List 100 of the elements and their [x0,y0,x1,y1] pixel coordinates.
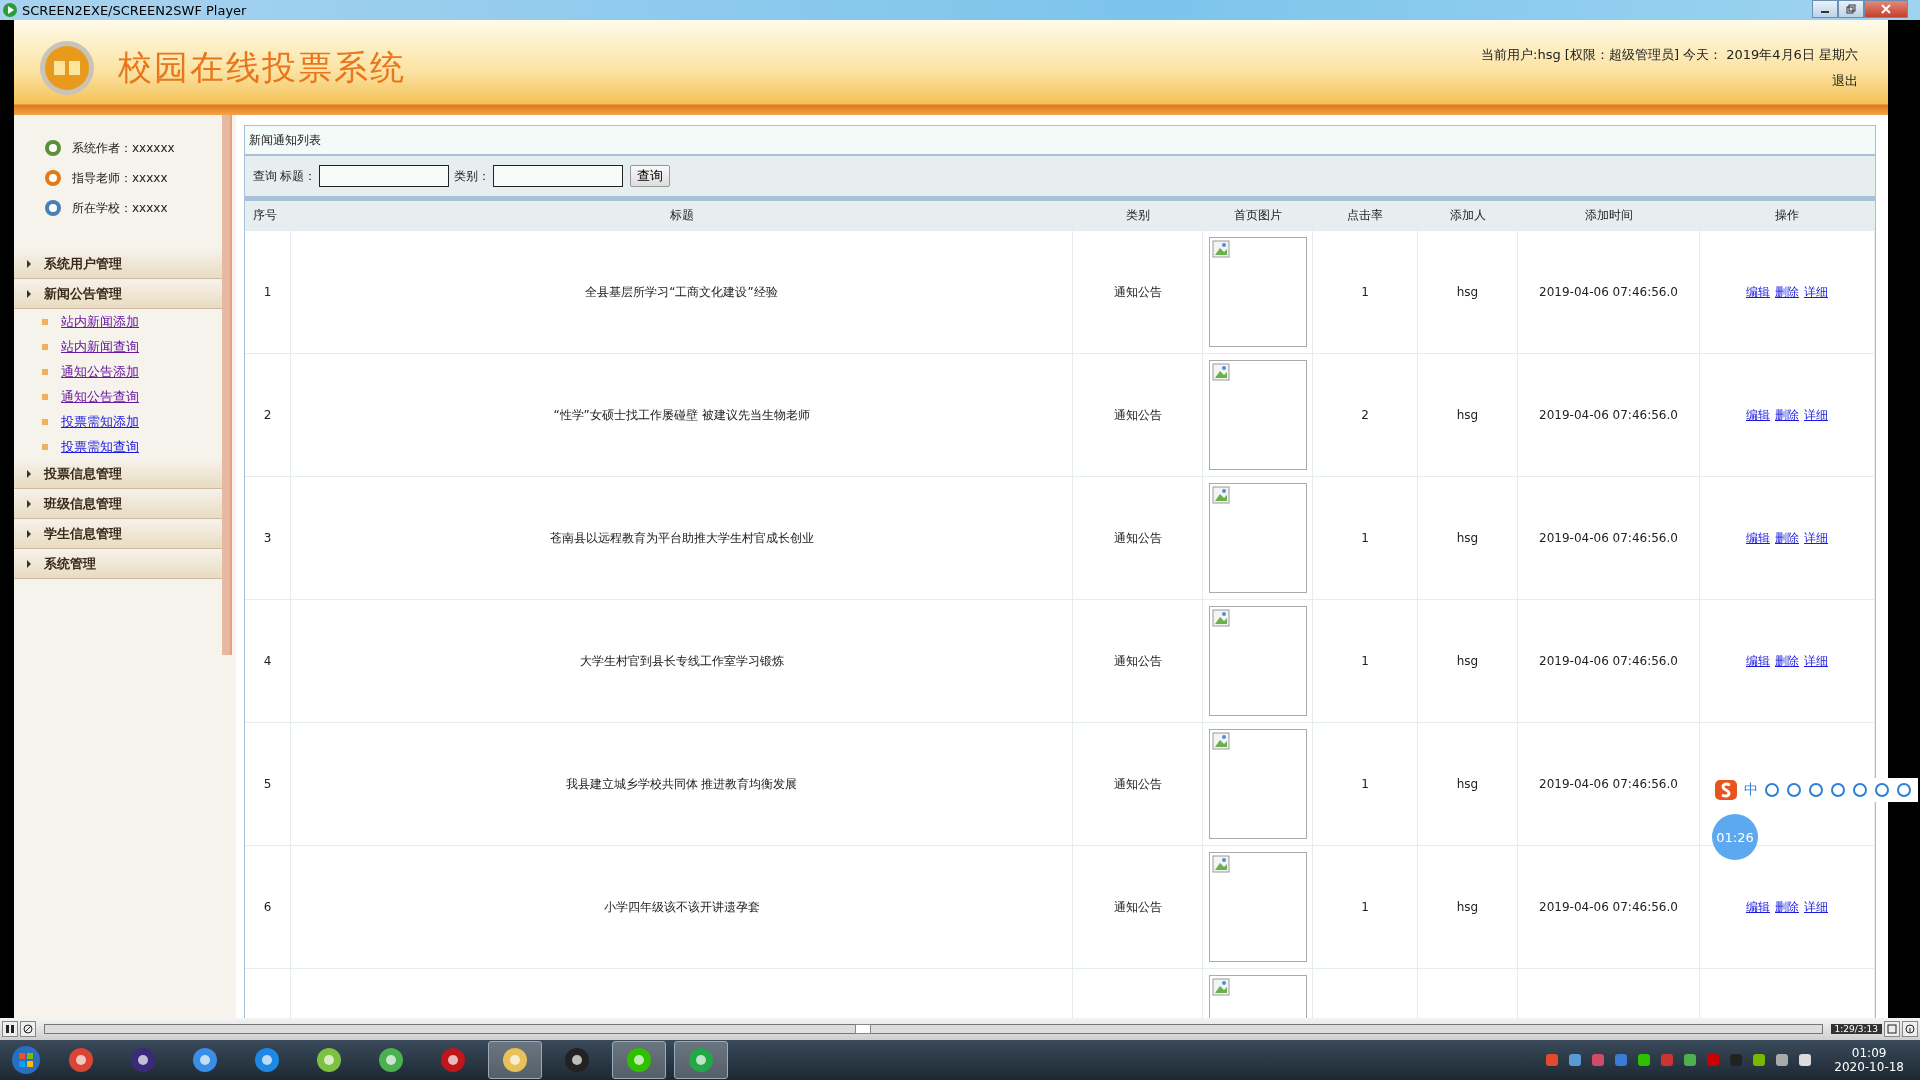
action-link[interactable]: 删除 [1775,406,1799,424]
stop-button[interactable] [20,1021,36,1037]
field-label: 标题： [280,167,316,185]
splitter-handle[interactable] [222,115,232,655]
column-header: 标题 [669,207,694,224]
ime-tool-icon[interactable] [1874,782,1890,798]
column-header: 点击率 [1347,207,1383,224]
action-link[interactable]: 详细 [1804,898,1828,916]
broken-image-icon [1211,855,1230,873]
table-cell: 1 [1361,900,1369,914]
action-link[interactable]: 删除 [1775,898,1799,916]
info-icon [1905,1024,1915,1034]
clock-date: 2020-10-18 [1834,1060,1904,1074]
input-field[interactable] [319,165,449,187]
app-icon [2,2,18,18]
action-link[interactable]: 编辑 [1746,529,1770,547]
table-cell: hsg [1456,408,1479,422]
caret-icon [26,529,32,538]
menu-header[interactable]: 系统用户管理 [14,249,222,279]
action-link[interactable]: 详细 [1804,652,1828,670]
action-link[interactable]: 详细 [1804,406,1828,424]
input-field[interactable] [493,165,623,187]
ime-mode[interactable]: 中 [1744,781,1758,799]
app-icon [252,1045,282,1075]
app-icon [190,1045,220,1075]
user-info: 当前用户:hsg [权限：超级管理员] 今天： 2019年4月6日 星期六 [1481,45,1858,64]
menu-header[interactable]: 新闻公告管理 [14,279,222,309]
tray-icon[interactable] [1798,1053,1813,1067]
site-title: 校园在线投票系统 [118,45,406,89]
action-link[interactable]: 删除 [1775,529,1799,547]
tray-icon[interactable] [1775,1053,1790,1067]
action-link[interactable]: 编辑 [1746,898,1770,916]
pause-icon [5,1024,15,1034]
table-cell: 我县建立城乡学校共同体 推进教育均衡发展 [565,775,798,793]
ime-tool-icon[interactable] [1830,782,1846,798]
action-link[interactable]: 删除 [1775,283,1799,301]
table-cell: “性学”女硕士找工作屡碰壁 被建议先当生物老师 [553,406,810,424]
action-link[interactable]: 详细 [1804,283,1828,301]
restore-button[interactable] [1838,0,1864,18]
app-icon [624,1045,654,1075]
column-header: 操作 [1775,207,1799,224]
table-cell: 全县基层所学习“工商文化建设”经验 [585,283,778,301]
tray-icon[interactable] [1568,1053,1583,1067]
action-link[interactable]: 编辑 [1746,406,1770,424]
menu-link[interactable]: 站内新闻查询 [61,337,139,356]
menu-link[interactable]: 站内新闻添加 [61,312,139,331]
table-cell: 3 [263,531,272,545]
menu-header[interactable]: 班级信息管理 [14,489,222,519]
action-link[interactable]: 编辑 [1746,283,1770,301]
table-cell: hsg [1456,531,1479,545]
ime-tool-icon[interactable] [1852,782,1868,798]
ime-tool-icon[interactable] [1786,782,1802,798]
table-cell: 1 [263,285,272,299]
minimize-button[interactable] [1812,0,1838,18]
seek-bar[interactable] [44,1024,1823,1034]
seek-thumb[interactable] [855,1024,872,1034]
action-link[interactable]: 删除 [1775,652,1799,670]
tray-icon[interactable] [1637,1053,1652,1067]
table-cell: 通知公告 [1113,283,1162,301]
column-header: 序号 [253,207,277,224]
action-link[interactable]: 编辑 [1746,652,1770,670]
column-header: 添加时间 [1584,207,1633,224]
table-cell: 通知公告 [1113,652,1162,670]
ime-tool-icon[interactable] [1896,782,1912,798]
broken-image-icon [1211,363,1230,381]
ime-tool-icon[interactable] [1764,782,1780,798]
tray-icon[interactable] [1683,1053,1698,1067]
app-icon [314,1045,344,1075]
menu-header[interactable]: 系统管理 [14,549,222,579]
menu-header[interactable]: 学生信息管理 [14,519,222,549]
menu-link[interactable]: 通知公告添加 [61,362,139,381]
logout-link[interactable]: 退出 [1832,71,1858,90]
taskbar-app-icon[interactable] [488,1041,542,1079]
panel-title: 新闻通知列表 [245,126,1875,156]
field-label: 类别： [454,167,490,185]
info-button[interactable] [1902,1021,1918,1037]
table-cell: 通知公告 [1113,898,1162,916]
table-cell: 2019-04-06 07:46:56.0 [1539,654,1678,668]
tray-icon[interactable] [1752,1053,1767,1067]
minimize-icon [1821,11,1829,13]
action-link[interactable]: 详细 [1804,529,1828,547]
bullet-icon [42,368,48,375]
broken-image-icon [1211,609,1230,627]
pause-button[interactable] [2,1021,18,1037]
table-cell: 大学生村官到县长专线工作室学习锻炼 [579,652,784,670]
table-cell: hsg [1456,654,1479,668]
menu-link[interactable]: 通知公告查询 [61,387,139,406]
table-cell: 1 [1361,654,1369,668]
table-cell: 1 [1361,531,1369,545]
menu-link[interactable]: 投票需知添加 [61,412,139,431]
menu-link[interactable]: 投票需知查询 [61,437,139,456]
menu-header[interactable]: 投票信息管理 [14,459,222,489]
broken-image-icon [1211,240,1230,258]
bullet-icon [42,343,48,350]
info-icon [44,199,62,217]
ime-tool-icon[interactable] [1808,782,1824,798]
table-cell: 2019-04-06 07:46:56.0 [1539,900,1678,914]
close-button[interactable] [1864,0,1908,18]
search-button[interactable]: 查询 [630,165,670,187]
bullet-icon [42,393,48,400]
